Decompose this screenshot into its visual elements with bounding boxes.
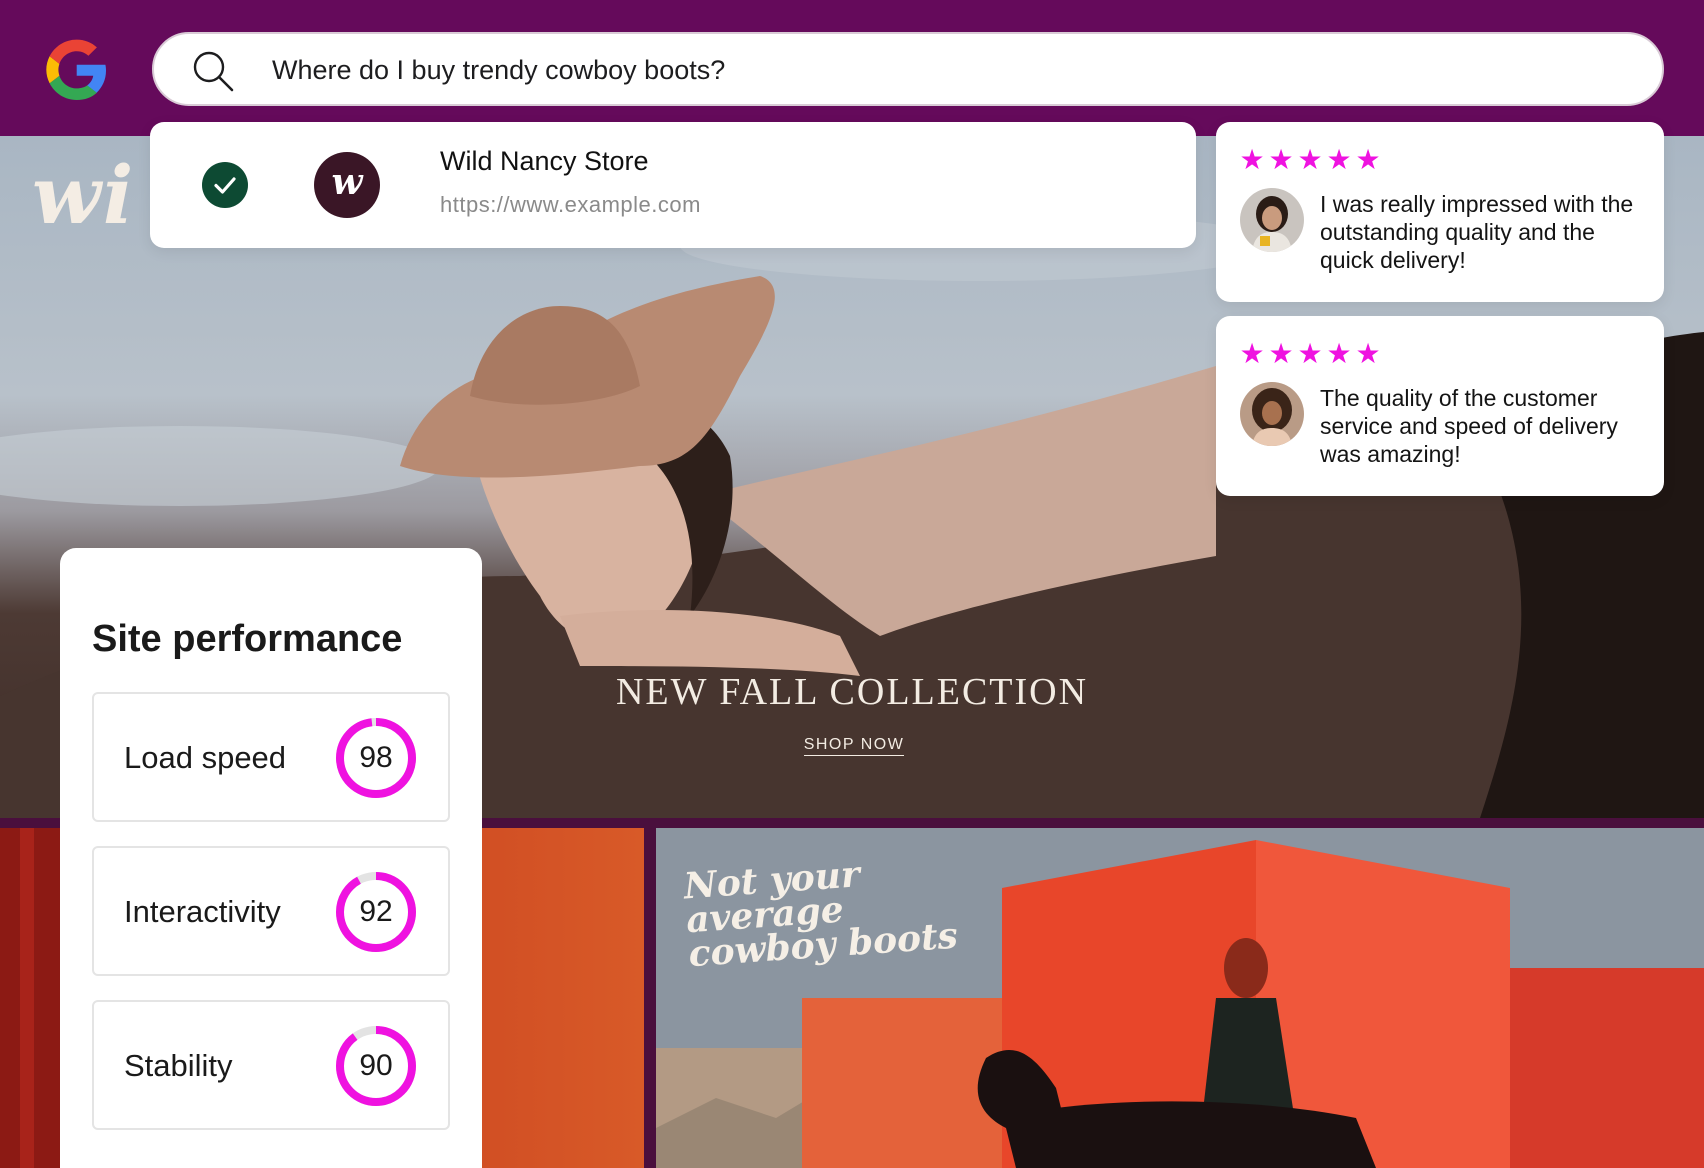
metric-load-speed: Load speed 98 xyxy=(92,692,450,822)
review-card: ★ ★ ★ ★ ★ I was really impressed with the ou… xyxy=(1216,122,1664,302)
promo-panel-right: Not your average cowboy boots xyxy=(656,828,1704,1168)
star-icon: ★ xyxy=(1297,144,1324,175)
star-icon: ★ xyxy=(1239,338,1266,369)
star-icon: ★ xyxy=(1326,338,1353,369)
metric-score: 90 xyxy=(359,1049,393,1082)
star-rating: ★ ★ ★ ★ ★ xyxy=(1238,146,1383,174)
search-input[interactable]: Where do I buy trendy cowboy boots? xyxy=(272,52,725,88)
store-logo: w xyxy=(314,152,380,218)
review-card: ★ ★ ★ ★ ★ The quality of the customer servic… xyxy=(1216,316,1664,496)
hero-script-text: wi xyxy=(32,148,136,242)
avatar xyxy=(1240,188,1304,252)
store-name-link[interactable]: Wild Nancy Store xyxy=(440,146,649,177)
metric-score: 92 xyxy=(359,895,393,928)
star-icon: ★ xyxy=(1239,144,1266,175)
star-icon: ★ xyxy=(1355,144,1382,175)
metric-score: 98 xyxy=(359,741,393,774)
review-text: I was really impressed with the outstand… xyxy=(1320,191,1634,273)
metric-label: Interactivity xyxy=(124,894,281,929)
metric-label: Stability xyxy=(124,1048,233,1083)
avatar xyxy=(1240,382,1304,446)
search-result-card[interactable]: w Wild Nancy Store https://www.example.c… xyxy=(150,122,1196,248)
star-icon: ★ xyxy=(1355,338,1382,369)
google-logo[interactable] xyxy=(38,32,114,108)
review-text: The quality of the customer service and … xyxy=(1320,385,1618,467)
search-bar[interactable]: Where do I buy trendy cowboy boots? xyxy=(152,32,1664,106)
star-icon: ★ xyxy=(1268,144,1295,175)
promo-script-text: Not your average cowboy boots xyxy=(682,851,959,975)
top-bar: Where do I buy trendy cowboy boots? xyxy=(0,0,1704,136)
search-icon[interactable] xyxy=(190,48,236,94)
star-icon: ★ xyxy=(1268,338,1295,369)
star-rating: ★ ★ ★ ★ ★ xyxy=(1238,340,1383,368)
site-performance-title: Site performance xyxy=(92,618,403,660)
shop-now-link[interactable]: SHOP NOW xyxy=(803,736,905,756)
store-url: https://www.example.com xyxy=(440,192,701,217)
check-icon xyxy=(202,162,248,208)
site-performance-card: Site performance Load speed 98 Interacti… xyxy=(60,548,482,1168)
star-icon: ★ xyxy=(1297,338,1324,369)
metric-interactivity: Interactivity 92 xyxy=(92,846,450,976)
metric-label: Load speed xyxy=(124,740,287,775)
star-icon: ★ xyxy=(1326,144,1353,175)
metric-stability: Stability 90 xyxy=(92,1000,450,1130)
